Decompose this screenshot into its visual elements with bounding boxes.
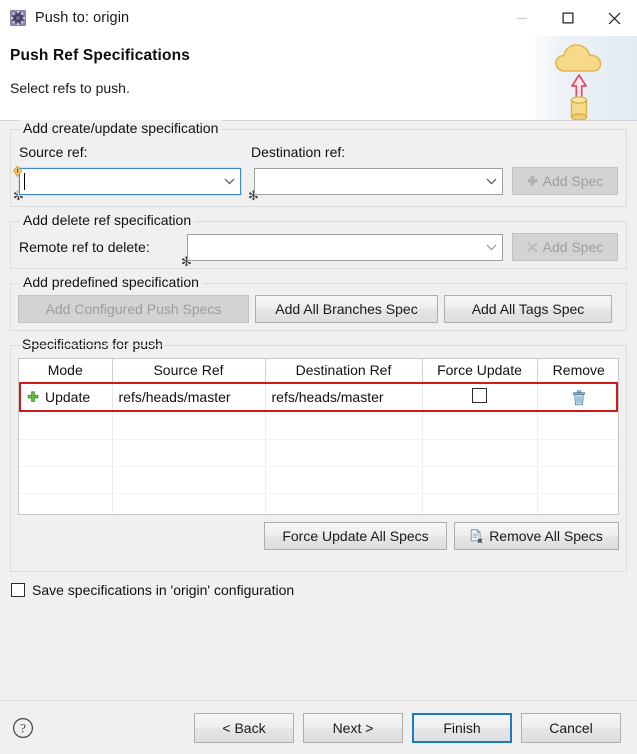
table-row[interactable]: Update refs/heads/master refs/heads/mast…: [19, 382, 618, 412]
save-specifications-checkbox[interactable]: [11, 583, 25, 597]
specs-table[interactable]: Mode Source Ref Destination Ref Force Up…: [18, 358, 619, 515]
remove-document-x-icon: [470, 528, 484, 544]
destination-ref-label: Destination ref:: [251, 144, 346, 160]
page-subtitle: Select refs to push.: [10, 80, 130, 96]
title-bar: Push to: origin: [0, 0, 637, 36]
page-title: Push Ref Specifications: [10, 47, 191, 64]
table-empty-row[interactable]: [19, 466, 618, 494]
save-specifications-label: Save specifications in 'origin' configur…: [32, 582, 295, 598]
window-controls: [499, 0, 637, 36]
add-green-plus-icon: [27, 391, 39, 403]
specifications-for-push-group: Specifications for push Mode Source Ref …: [10, 336, 627, 572]
add-predefined-group-title: Add predefined specification: [20, 274, 203, 290]
dialog-body: Add create/update specification Source r…: [0, 120, 637, 700]
push-ref-specifications-dialog: Push to: origin Push Ref Specifications …: [0, 0, 637, 754]
finish-button-label: Finish: [443, 719, 481, 736]
back-button-label: < Back: [222, 719, 266, 736]
add-predefined-group: Add predefined specification Add Configu…: [10, 274, 627, 331]
force-update-checkbox[interactable]: [472, 388, 487, 404]
next-button-label: Next >: [332, 719, 374, 736]
remote-ref-to-delete-label: Remote ref to delete:: [19, 239, 150, 255]
add-delete-ref-group-title: Add delete ref specification: [20, 212, 196, 228]
cell-remove[interactable]: [537, 382, 618, 412]
chevron-down-icon[interactable]: [480, 244, 502, 251]
specs-table-element: Mode Source Ref Destination Ref Force Up…: [19, 359, 618, 514]
finish-button[interactable]: Finish: [412, 712, 512, 743]
table-empty-row[interactable]: [19, 439, 618, 467]
cell-destination-ref: refs/heads/master: [265, 382, 423, 412]
help-question-icon[interactable]: ?: [12, 717, 34, 739]
source-ref-label: Source ref:: [19, 144, 88, 160]
minimize-icon[interactable]: [499, 0, 545, 36]
table-header-row: Mode Source Ref Destination Ref Force Up…: [19, 359, 618, 383]
add-spec-create-update-label: Add Spec: [542, 173, 604, 189]
table-empty-row[interactable]: [19, 412, 618, 440]
remove-all-specs-button[interactable]: Remove All Specs: [454, 522, 619, 550]
add-spec-delete-label: Add Spec: [542, 239, 604, 255]
cancel-button[interactable]: Cancel: [521, 712, 621, 743]
add-all-branches-spec-label: Add All Branches Spec: [275, 301, 418, 317]
add-spec-delete-button[interactable]: Add Spec: [512, 233, 618, 261]
specs-action-buttons: Force Update All Specs Remove All Specs: [18, 522, 619, 550]
add-create-update-group-title: Add create/update specification: [20, 120, 223, 136]
delete-x-icon: [527, 242, 538, 253]
destination-ref-combo[interactable]: [254, 167, 503, 195]
trash-icon[interactable]: [572, 390, 586, 406]
cancel-button-label: Cancel: [549, 719, 593, 736]
cell-mode-label: Update: [45, 389, 91, 406]
add-spec-create-update-button[interactable]: Add Spec: [512, 167, 618, 195]
repository-gear-icon: [10, 10, 26, 26]
remove-all-specs-label: Remove All Specs: [489, 528, 603, 544]
svg-text:?: ?: [20, 720, 26, 735]
column-header-mode[interactable]: Mode: [19, 359, 113, 383]
chevron-down-icon[interactable]: [480, 178, 502, 185]
add-configured-push-specs-button[interactable]: Add Configured Push Specs: [18, 295, 249, 323]
save-specifications-option[interactable]: Save specifications in 'origin' configur…: [10, 582, 627, 598]
add-configured-push-specs-label: Add Configured Push Specs: [45, 301, 222, 317]
close-icon[interactable]: [591, 0, 637, 36]
wizard-navigation-buttons: < Back Next > Finish Cancel: [194, 712, 621, 743]
force-update-all-specs-label: Force Update All Specs: [282, 528, 429, 544]
add-delete-ref-group: Add delete ref specification Remote ref …: [10, 212, 627, 269]
force-update-all-specs-button[interactable]: Force Update All Specs: [264, 522, 447, 550]
column-header-remove[interactable]: Remove: [537, 359, 618, 383]
source-ref-combo[interactable]: [19, 167, 241, 195]
source-ref-warning-decorator: [12, 164, 23, 177]
table-empty-row[interactable]: [19, 493, 618, 514]
next-button[interactable]: Next >: [303, 712, 403, 743]
column-header-force-update[interactable]: Force Update: [422, 359, 538, 383]
cell-source-ref: refs/heads/master: [112, 382, 266, 412]
column-header-destination-ref[interactable]: Destination Ref: [265, 359, 423, 383]
cell-force-update[interactable]: [422, 382, 538, 412]
push-to-cloud-icon: [542, 36, 616, 121]
cell-mode: Update: [19, 382, 113, 412]
add-all-tags-spec-label: Add All Tags Spec: [471, 301, 585, 317]
column-header-source-ref[interactable]: Source Ref: [112, 359, 266, 383]
window-title: Push to: origin: [35, 10, 130, 26]
add-create-update-group: Add create/update specification Source r…: [10, 120, 627, 207]
add-all-tags-spec-button[interactable]: Add All Tags Spec: [444, 295, 612, 323]
add-green-plus-icon: [527, 175, 538, 187]
add-all-branches-spec-button[interactable]: Add All Branches Spec: [255, 295, 438, 323]
source-ref-text-cursor: [24, 172, 25, 190]
back-button[interactable]: < Back: [194, 712, 294, 743]
chevron-down-icon[interactable]: [218, 178, 240, 185]
dialog-footer: ? < Back Next > Finish Cancel: [0, 700, 637, 754]
maximize-icon[interactable]: [545, 0, 591, 36]
remote-ref-to-delete-combo[interactable]: [187, 233, 503, 261]
wizard-header: Push Ref Specifications Select refs to p…: [0, 36, 637, 121]
